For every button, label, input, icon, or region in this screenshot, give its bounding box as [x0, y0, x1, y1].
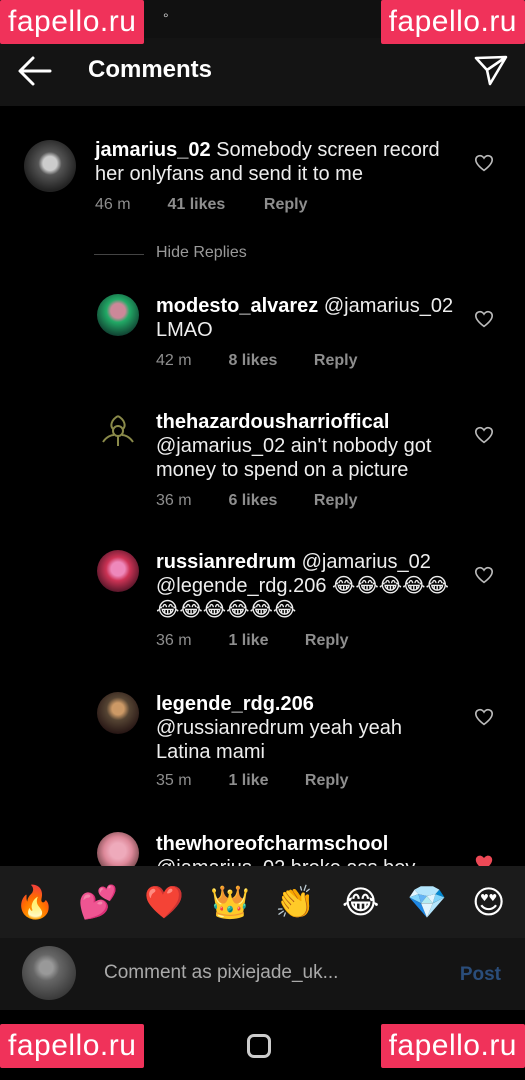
- comment-username[interactable]: jamarius_02: [95, 139, 211, 161]
- reply-item: modesto_alvarez @jamarius_02 LMAO 42 m 8…: [0, 284, 525, 384]
- gem-emoji-button[interactable]: 💎: [407, 882, 447, 922]
- like-heart-icon[interactable]: [474, 310, 494, 328]
- comment-body: @russianredrum yeah yeah Latina mami: [156, 717, 402, 763]
- header: Comments: [0, 38, 525, 106]
- comment-meta: 42 m 8 likes Reply: [156, 352, 357, 370]
- comment-body: @jamarius_02 ain't nobody got money to s…: [156, 435, 432, 481]
- watermark: fapello.ru: [0, 0, 145, 44]
- reply-item: legende_rdg.206 @russianredrum yeah yeah…: [0, 682, 525, 807]
- comment-text: russianredrum @jamarius_02 @legende_rdg.…: [156, 550, 456, 622]
- comment-text: thehazardousharrioffical @jamarius_02 ai…: [156, 410, 456, 482]
- comments-list[interactable]: jamarius_02 Somebody screen record her o…: [0, 106, 525, 866]
- reply-item: russianredrum @jamarius_02 @legende_rdg.…: [0, 540, 525, 665]
- avatar[interactable]: [97, 294, 139, 336]
- avatar[interactable]: [24, 140, 76, 192]
- user-avatar: [22, 946, 76, 1000]
- page-title: Comments: [88, 56, 213, 83]
- comment-time: 36 m: [156, 492, 192, 509]
- crown-emoji-button[interactable]: 👑: [210, 882, 250, 922]
- like-heart-icon[interactable]: [474, 154, 494, 172]
- status-indicator-icon: °: [163, 10, 169, 26]
- comment-time: 42 m: [156, 352, 192, 369]
- comment-item: jamarius_02 Somebody screen record her o…: [0, 106, 525, 231]
- back-arrow-icon[interactable]: [16, 54, 54, 88]
- comment-meta: 35 m 1 like Reply: [156, 772, 348, 790]
- comment-time: 46 m: [95, 196, 131, 213]
- reply-button[interactable]: Reply: [264, 196, 308, 214]
- joy-emoji-button[interactable]: 😂: [342, 882, 379, 922]
- comment-text: legende_rdg.206 @russianredrum yeah yeah…: [156, 692, 456, 764]
- comment-likes[interactable]: 6 likes: [228, 492, 309, 510]
- avatar[interactable]: [97, 410, 139, 452]
- comment-text: thewhoreofcharmschool @jamarius_02 broke…: [156, 832, 456, 866]
- comment-username[interactable]: russianredrum: [156, 551, 296, 573]
- watermark: fapello.ru: [380, 0, 525, 44]
- comment-username[interactable]: thehazardousharrioffical: [156, 411, 389, 433]
- divider: [94, 254, 144, 255]
- like-heart-icon[interactable]: [474, 708, 494, 726]
- comment-composer: Comment as pixiejade_uk... Post: [0, 938, 525, 1010]
- comment-text: modesto_alvarez @jamarius_02 LMAO: [156, 294, 456, 342]
- clapping-emoji-button[interactable]: 👏: [275, 882, 315, 922]
- two-hearts-emoji-button[interactable]: 💕: [78, 882, 118, 922]
- liked-heart-icon[interactable]: [474, 854, 494, 866]
- emoji-quick-bar: 🔥 💕 ❤️ 👑 👏 😂 💎 😍: [0, 866, 525, 938]
- comment-input[interactable]: Comment as pixiejade_uk...: [104, 962, 338, 984]
- send-icon[interactable]: [473, 52, 509, 88]
- post-button[interactable]: Post: [460, 964, 501, 986]
- reply-item: thewhoreofcharmschool @jamarius_02 broke…: [0, 822, 525, 866]
- reply-button[interactable]: Reply: [314, 492, 358, 510]
- watermark: fapello.ru: [0, 1024, 145, 1068]
- avatar[interactable]: [97, 692, 139, 734]
- fire-emoji-button[interactable]: 🔥: [15, 882, 55, 922]
- reply-button[interactable]: Reply: [305, 772, 349, 790]
- comment-meta: 46 m 41 likes Reply: [95, 196, 307, 214]
- comment-username[interactable]: thewhoreofcharmschool: [156, 833, 388, 855]
- watermark: fapello.ru: [380, 1024, 525, 1068]
- comment-text: jamarius_02 Somebody screen record her o…: [95, 138, 465, 186]
- reply-button[interactable]: Reply: [314, 352, 358, 370]
- avatar[interactable]: [97, 550, 139, 592]
- comment-username[interactable]: legende_rdg.206: [156, 693, 314, 715]
- comment-likes[interactable]: 1 like: [228, 632, 300, 650]
- like-heart-icon[interactable]: [474, 426, 494, 444]
- comment-time: 36 m: [156, 632, 192, 649]
- comment-likes[interactable]: 8 likes: [228, 352, 309, 370]
- comment-likes[interactable]: 1 like: [228, 772, 300, 790]
- like-heart-icon[interactable]: [474, 566, 494, 584]
- reply-item: thehazardousharrioffical @jamarius_02 ai…: [0, 400, 525, 525]
- hide-replies-label[interactable]: Hide Replies: [156, 244, 247, 262]
- home-button[interactable]: [247, 1034, 271, 1058]
- red-heart-emoji-button[interactable]: ❤️: [144, 882, 184, 922]
- comment-meta: 36 m 6 likes Reply: [156, 492, 357, 510]
- comment-body: @jamarius_02 broke ass boy: [156, 857, 415, 866]
- comment-likes[interactable]: 41 likes: [167, 196, 259, 214]
- avatar[interactable]: [97, 832, 139, 866]
- heart-eyes-emoji-button[interactable]: 😍: [472, 882, 505, 922]
- comment-username[interactable]: modesto_alvarez: [156, 295, 318, 317]
- reply-button[interactable]: Reply: [305, 632, 349, 650]
- comment-time: 35 m: [156, 772, 192, 789]
- comment-meta: 36 m 1 like Reply: [156, 632, 348, 650]
